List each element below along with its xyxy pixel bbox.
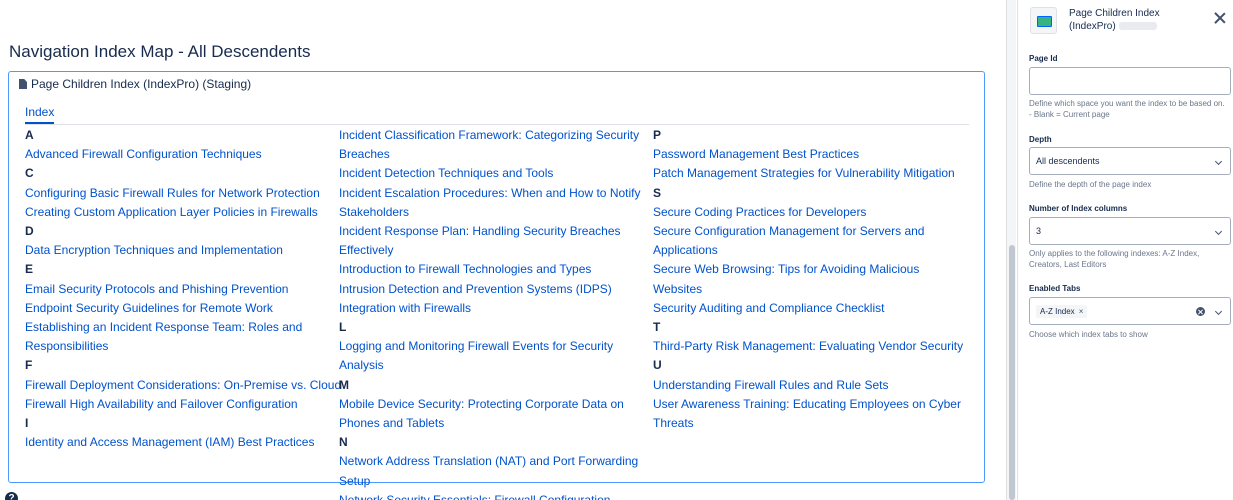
index-page-link[interactable]: Incident Response Plan: Handling Securit…	[339, 222, 657, 260]
index-letter-heading: F	[25, 358, 33, 373]
index-page-link[interactable]: Intrusion Detection and Prevention Syste…	[339, 280, 657, 318]
index-page-link[interactable]: Network Address Translation (NAT) and Po…	[339, 452, 657, 490]
index-page-link[interactable]: Incident Escalation Procedures: When and…	[339, 184, 657, 222]
remove-chip-icon[interactable]: ×	[1079, 307, 1084, 316]
macro-header-label: Page Children Index (IndexPro) (Staging)	[31, 77, 252, 91]
index-letter-heading: I	[25, 415, 29, 430]
index-page-link[interactable]: Understanding Firewall Rules and Rule Se…	[653, 376, 971, 395]
index-letter-heading: M	[339, 377, 349, 392]
index-column-3: P Password Management Best Practices Patch…	[653, 126, 971, 433]
index-page-link[interactable]: Password Management Best Practices	[653, 145, 971, 164]
tab-chip-label: A-Z Index	[1040, 306, 1075, 316]
index-letter-heading: U	[653, 358, 662, 373]
index-page-link[interactable]: Network Security Essentials: Firewall Co…	[339, 491, 657, 500]
index-page-link[interactable]: Endpoint Security Guidelines for Remote …	[25, 299, 343, 318]
scrollbar-thumb[interactable]	[1009, 245, 1015, 500]
index-page-link[interactable]: User Awareness Training: Educating Emplo…	[653, 395, 971, 433]
tab-index[interactable]: Index	[25, 105, 55, 124]
index-page-link[interactable]: Secure Configuration Management for Serv…	[653, 222, 971, 260]
index-page-link[interactable]: Security Auditing and Compliance Checkli…	[653, 299, 971, 318]
indexpro-logo-icon	[1030, 7, 1057, 34]
columns-help: Only applies to the following indexes: A…	[1029, 249, 1200, 269]
columns-select[interactable]: 3	[1029, 217, 1231, 245]
columns-label: Number of Index columns	[1029, 204, 1128, 213]
help-icon[interactable]: ?	[5, 492, 18, 500]
document-icon	[19, 79, 27, 89]
page-id-input[interactable]	[1029, 67, 1231, 95]
index-tab-bar: Index	[25, 105, 969, 125]
index-page-link[interactable]: Establishing an Incident Response Team: …	[25, 318, 343, 356]
clear-icon[interactable]	[1196, 307, 1205, 316]
columns-value: 3	[1036, 226, 1042, 236]
index-page-link[interactable]: Firewall High Availability and Failover …	[25, 395, 343, 414]
enabled-tabs-help: Choose which index tabs to show	[1029, 330, 1148, 339]
index-letter-heading: N	[339, 435, 348, 450]
index-column-2: Incident Classification Framework: Categ…	[339, 126, 657, 500]
index-page-link[interactable]: Third-Party Risk Management: Evaluating …	[653, 337, 971, 356]
close-icon[interactable]	[1214, 12, 1226, 24]
chevron-down-icon	[1214, 227, 1223, 236]
index-page-link[interactable]: Introduction to Firewall Technologies an…	[339, 260, 657, 279]
index-page-link[interactable]: Secure Coding Practices for Developers	[653, 203, 971, 222]
index-column-1: A Advanced Firewall Configuration Techniq…	[25, 126, 343, 452]
index-letter-heading: A	[25, 128, 34, 142]
index-page-link[interactable]: Incident Detection Techniques and Tools	[339, 164, 657, 183]
index-page-link[interactable]: Secure Web Browsing: Tips for Avoiding M…	[653, 260, 971, 298]
page-id-help: Define which space you want the index to…	[1029, 99, 1225, 119]
blurred-label	[1118, 22, 1157, 31]
index-letter-heading: L	[339, 320, 347, 335]
index-page-link[interactable]: Logging and Monitoring Firewall Events f…	[339, 337, 657, 375]
enabled-tabs-select[interactable]: A-Z Index ×	[1029, 297, 1231, 325]
index-page-link[interactable]: Configuring Basic Firewall Rules for Net…	[25, 184, 343, 203]
enabled-tabs-label: Enabled Tabs	[1029, 284, 1081, 293]
chevron-down-icon	[1214, 307, 1223, 316]
main-scrollbar[interactable]	[1006, 0, 1016, 500]
index-page-link[interactable]: Creating Custom Application Layer Polici…	[25, 203, 343, 222]
chevron-down-icon	[1214, 157, 1223, 166]
index-letter-heading: T	[653, 320, 661, 334]
index-page-link[interactable]: Mobile Device Security: Protecting Corpo…	[339, 395, 657, 433]
index-page-link[interactable]: Incident Classification Framework: Categ…	[339, 126, 657, 164]
index-page-link[interactable]: Advanced Firewall Configuration Techniqu…	[25, 145, 343, 164]
depth-value: All descendents	[1036, 156, 1100, 166]
index-letter-heading: S	[653, 185, 662, 200]
index-macro[interactable]: Page Children Index (IndexPro) (Staging)…	[8, 71, 985, 500]
depth-label: Depth	[1029, 135, 1052, 144]
macro-config-panel: Page Children Index (IndexPro) Page Id D…	[1017, 0, 1233, 500]
tab-chip: A-Z Index ×	[1036, 304, 1088, 318]
index-letter-heading: E	[25, 262, 34, 277]
index-letter-heading: C	[25, 166, 34, 181]
index-letter-heading: D	[25, 223, 34, 238]
index-letter-heading: P	[653, 128, 662, 142]
index-page-link[interactable]: Data Encryption Techniques and Implement…	[25, 241, 343, 260]
index-page-link[interactable]: Patch Management Strategies for Vulnerab…	[653, 164, 971, 183]
index-page-link[interactable]: Firewall Deployment Considerations: On-P…	[25, 376, 343, 395]
panel-title: Page Children Index (IndexPro)	[1069, 7, 1189, 33]
index-page-link[interactable]: Identity and Access Management (IAM) Bes…	[25, 433, 343, 452]
page-id-label: Page Id	[1029, 54, 1058, 63]
page-title: Navigation Index Map - All Descendents	[9, 42, 311, 61]
depth-help: Define the depth of the page index	[1029, 180, 1152, 189]
macro-header: Page Children Index (IndexPro) (Staging)	[19, 77, 251, 91]
depth-select[interactable]: All descendents	[1029, 147, 1231, 175]
index-page-link[interactable]: Email Security Protocols and Phishing Pr…	[25, 280, 343, 299]
main-content: Navigation Index Map - All Descendents P…	[0, 0, 1006, 500]
